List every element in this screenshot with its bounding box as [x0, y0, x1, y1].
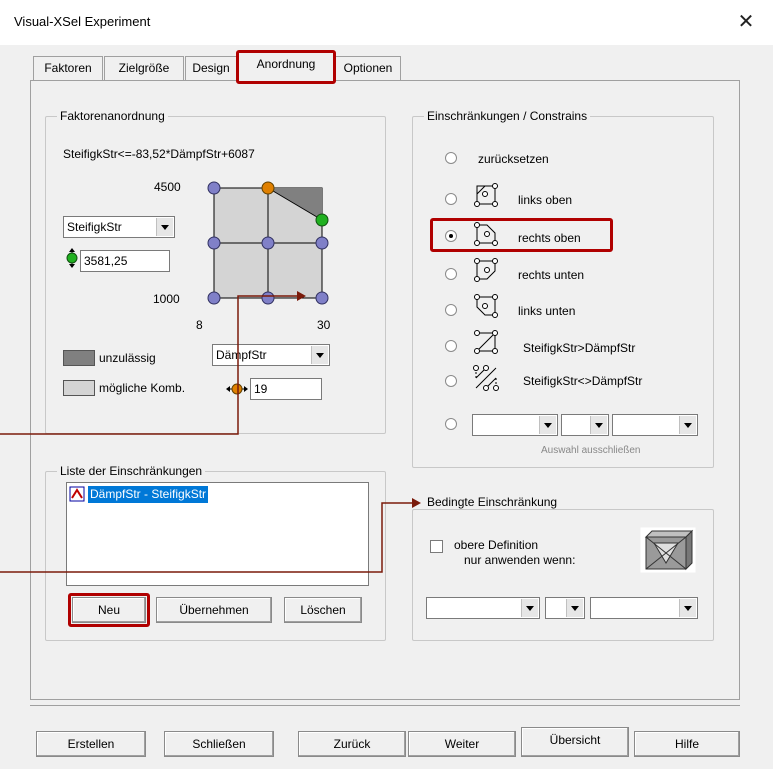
dialog-window: Visual-XSel Experiment ✕ Faktoren Zielgr…	[0, 0, 773, 769]
create-button[interactable]: Erstellen	[36, 731, 146, 757]
next-button[interactable]: Weiter	[408, 731, 516, 757]
overview-button[interactable]: Übersicht	[521, 727, 629, 757]
highlight-tab	[236, 50, 336, 84]
footer-separator	[30, 705, 740, 706]
back-button[interactable]: Zurück	[298, 731, 406, 757]
close-button[interactable]: Schließen	[164, 731, 274, 757]
annotation-arrows	[0, 291, 421, 573]
help-button[interactable]: Hilfe	[634, 731, 740, 757]
